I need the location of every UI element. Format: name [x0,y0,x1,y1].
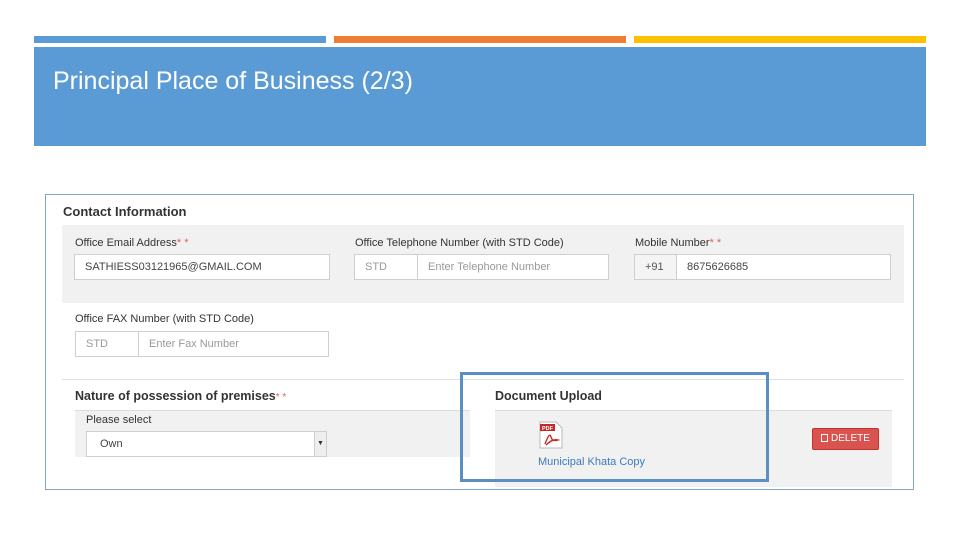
delete-button-label: DELETE [831,433,870,444]
email-required-mark: * * [176,237,189,249]
accent-bar-orange [334,36,626,43]
fax-number-field[interactable]: Enter Fax Number [138,331,329,357]
mobile-label: Mobile Number* * [635,237,721,249]
email-label-text: Office Email Address [75,237,177,249]
accent-bar-blue [34,36,326,43]
telephone-number-field[interactable]: Enter Telephone Number [417,254,609,280]
mobile-country-code: +91 [634,254,677,280]
email-field[interactable]: SATHIESS03121965@GMAIL.COM [74,254,330,280]
email-label: Office Email Address* * [75,237,189,249]
possession-title: Nature of possession of premises* * [75,389,286,403]
slide-title: Principal Place of Business (2/3) [53,67,413,95]
trash-icon [821,434,828,442]
possession-selected-value: Own [100,438,123,450]
please-select-label: Please select [86,414,152,426]
upload-highlight-box [460,372,769,482]
possession-required-mark: * * [275,392,287,403]
slide-header: Principal Place of Business (2/3) [34,47,926,146]
mobile-required-mark: * * [709,237,722,249]
possession-select[interactable]: Own ▼ [86,431,327,457]
delete-button[interactable]: DELETE [812,428,879,450]
telephone-label: Office Telephone Number (with STD Code) [355,237,564,249]
chevron-down-icon[interactable]: ▼ [314,432,326,456]
fax-label: Office FAX Number (with STD Code) [75,313,254,325]
fax-std-field[interactable]: STD [75,331,139,357]
mobile-label-text: Mobile Number [635,237,710,249]
accent-bar-yellow [634,36,926,43]
contact-info-title: Contact Information [63,204,187,219]
mobile-number-field[interactable]: 8675626685 [676,254,891,280]
telephone-std-field[interactable]: STD [354,254,418,280]
possession-title-text: Nature of possession of premises [75,389,276,403]
